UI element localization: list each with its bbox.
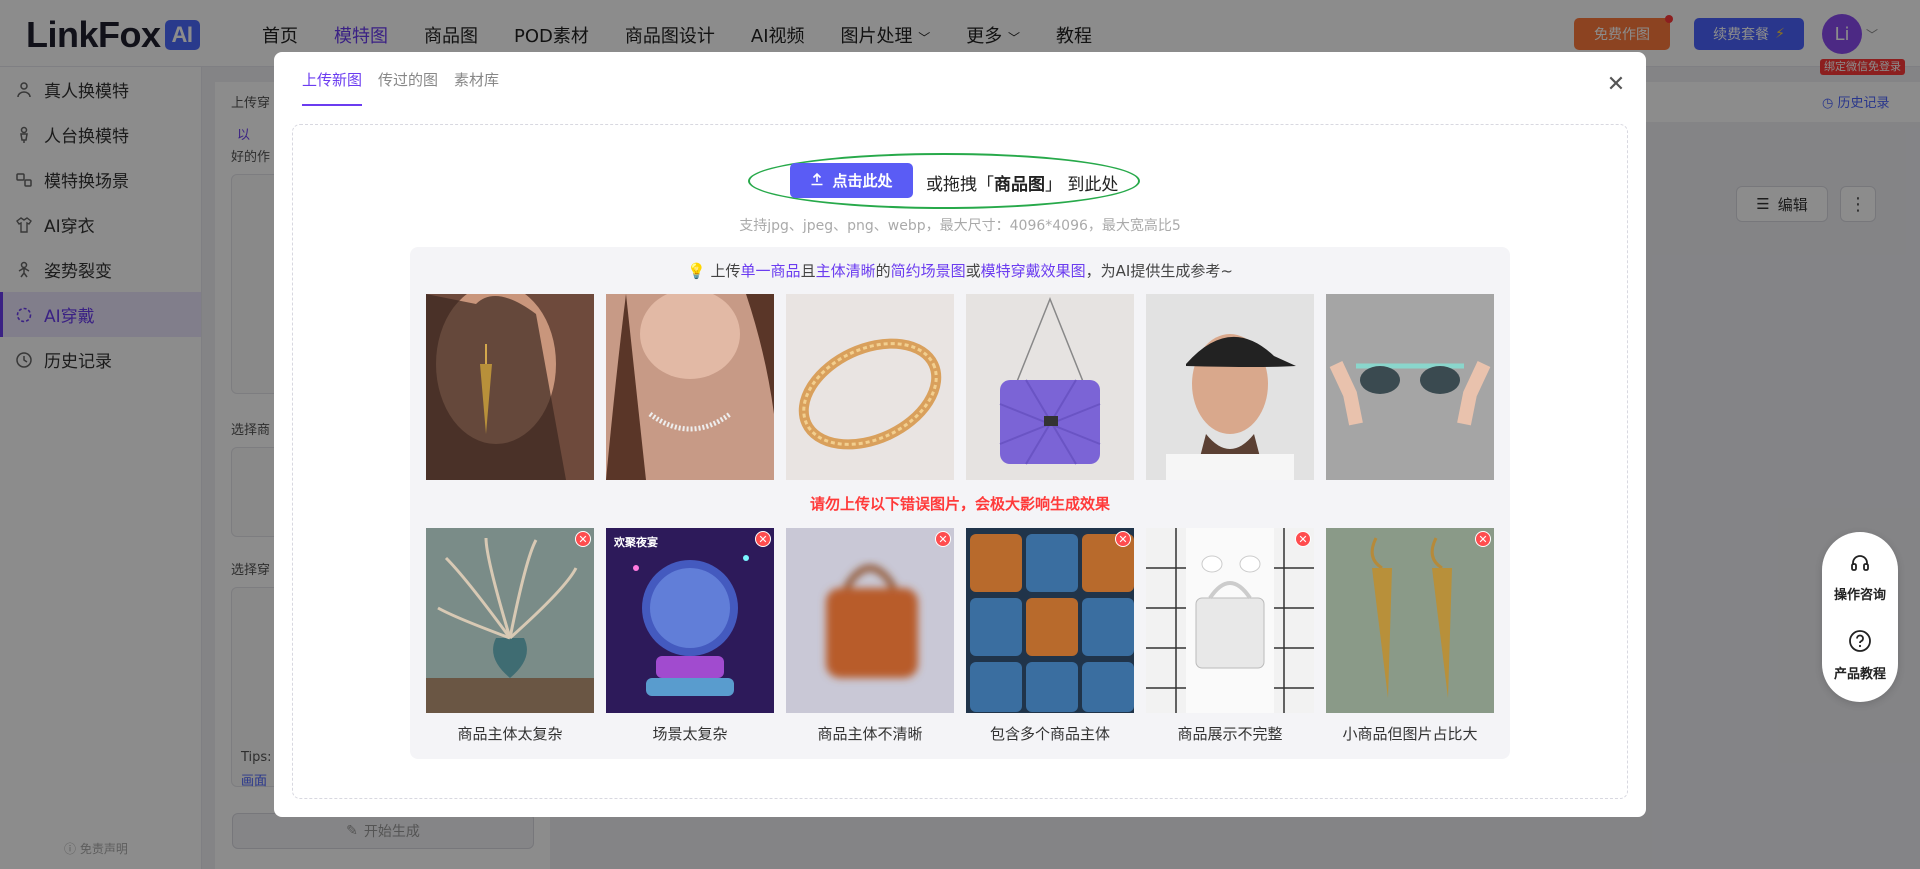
support-formats: 支持jpg、jpeg、png、webp，最大尺寸：4096*4096，最大宽高比… (739, 218, 1181, 234)
bad-example-multiple: ✕ (966, 528, 1134, 713)
drag-hint: 或拖拽「商品图」 到此处 (926, 175, 1119, 195)
warning-text: 请勿上传以下错误图片，会极大影响生成效果 (809, 495, 1110, 513)
error-x-icon: ✕ (1475, 531, 1491, 547)
bad-caption-4: 包含多个商品主体 (989, 725, 1110, 743)
scene-overlay-text: 欢聚夜宴 (614, 536, 658, 549)
error-x-icon: ✕ (575, 531, 591, 547)
upload-icon (810, 172, 824, 190)
examples-panel: 💡 上传单一商品且主体清晰的简约场景图或模特穿戴效果图，为AI提供生成参考~ 请… (410, 247, 1510, 759)
tab-uploaded[interactable]: 传过的图 (378, 52, 438, 106)
bad-example-blurry: ✕ (786, 528, 954, 713)
bad-caption-1: 商品主体太复杂 (457, 725, 563, 743)
question-icon (1848, 629, 1872, 657)
error-x-icon: ✕ (755, 531, 771, 547)
bad-caption-6: 小商品但图片占比大 (1342, 725, 1478, 743)
bad-caption-3: 商品主体不清晰 (817, 725, 923, 743)
good-example-earring (426, 294, 594, 480)
modal-tabs: 上传新图 传过的图 素材库 (302, 52, 499, 106)
bad-example-complex-scene: 欢聚夜宴 ✕ (606, 528, 774, 713)
upload-tip: 💡 上传单一商品且主体清晰的简约场景图或模特穿戴效果图，为AI提供生成参考~ (687, 262, 1233, 280)
good-example-bracelet (786, 294, 954, 480)
close-icon[interactable]: ✕ (1604, 72, 1628, 97)
tab-library[interactable]: 素材库 (454, 52, 499, 106)
tab-upload-new[interactable]: 上传新图 (302, 52, 363, 106)
good-example-bag (966, 294, 1134, 480)
error-x-icon: ✕ (1115, 531, 1131, 547)
bad-caption-2: 场景太复杂 (652, 725, 728, 743)
error-x-icon: ✕ (1295, 531, 1311, 547)
floating-help-panel: 操作咨询 产品教程 (1822, 532, 1898, 702)
good-example-cap (1146, 294, 1314, 480)
bad-example-small-item-large: ✕ (1326, 528, 1494, 713)
lightbulb-icon: 💡 (687, 262, 706, 280)
bad-example-complex-product: ✕ (426, 528, 594, 713)
error-x-icon: ✕ (935, 531, 951, 547)
bad-caption-5: 商品展示不完整 (1177, 725, 1283, 743)
good-example-sunglasses (1326, 294, 1494, 480)
good-example-necklace (606, 294, 774, 480)
consult-button[interactable]: 操作咨询 (1834, 552, 1886, 603)
upload-button[interactable]: 点击此处 (790, 163, 913, 198)
headset-icon (1849, 552, 1871, 578)
tutorial-button[interactable]: 产品教程 (1834, 629, 1886, 682)
bad-example-incomplete: ✕ (1146, 528, 1314, 713)
